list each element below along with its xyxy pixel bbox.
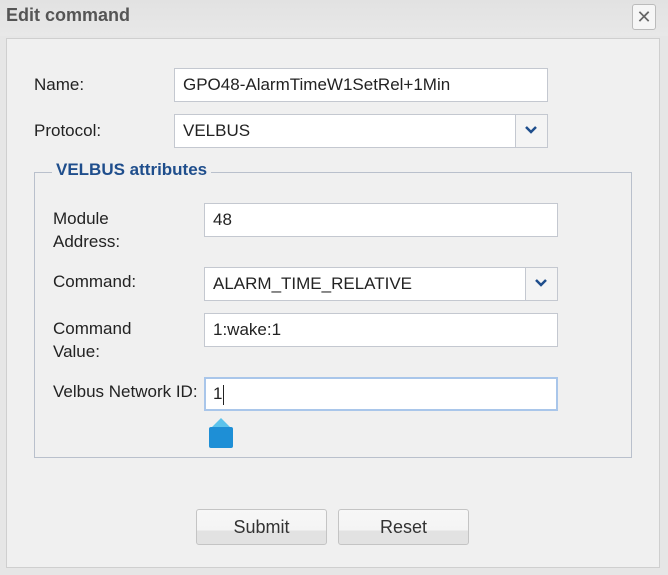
submit-button[interactable]: Submit <box>196 509 327 545</box>
reset-button[interactable]: Reset <box>338 509 469 545</box>
protocol-label: Protocol: <box>34 121 102 140</box>
velbus-attributes-legend: VELBUS attributes <box>52 160 212 180</box>
command-label: Command: <box>53 272 137 291</box>
text-cursor-handle-icon[interactable] <box>208 418 234 449</box>
dialog-title: Edit command <box>6 5 131 25</box>
network-id-input[interactable]: 1 <box>204 377 558 411</box>
command-value-input[interactable]: 1:wake:1 <box>204 313 558 347</box>
chevron-down-icon <box>525 126 537 134</box>
close-button[interactable]: ✕ <box>632 4 656 30</box>
network-id-value: 1 <box>213 384 223 403</box>
name-input[interactable]: GPO48-AlarmTimeW1SetRel+1Min <box>174 68 548 102</box>
command-select[interactable]: ALARM_TIME_RELATIVE <box>204 267 558 301</box>
network-id-label: Velbus Network ID: <box>53 382 198 401</box>
command-value-label: Command Value: <box>53 319 132 361</box>
module-address-input[interactable]: 48 <box>204 203 558 237</box>
name-label: Name: <box>34 75 85 94</box>
protocol-select[interactable]: VELBUS <box>174 114 548 148</box>
chevron-down-icon <box>535 279 547 287</box>
module-address-label: Module Address: <box>53 209 121 251</box>
command-select-value: ALARM_TIME_RELATIVE <box>213 274 413 293</box>
protocol-dropdown-button[interactable] <box>515 115 547 147</box>
close-icon: ✕ <box>636 7 652 27</box>
protocol-value: VELBUS <box>183 121 251 140</box>
dialog-titlebar: Edit command ✕ <box>0 0 668 36</box>
text-caret <box>223 384 225 405</box>
command-dropdown-button[interactable] <box>525 268 557 300</box>
